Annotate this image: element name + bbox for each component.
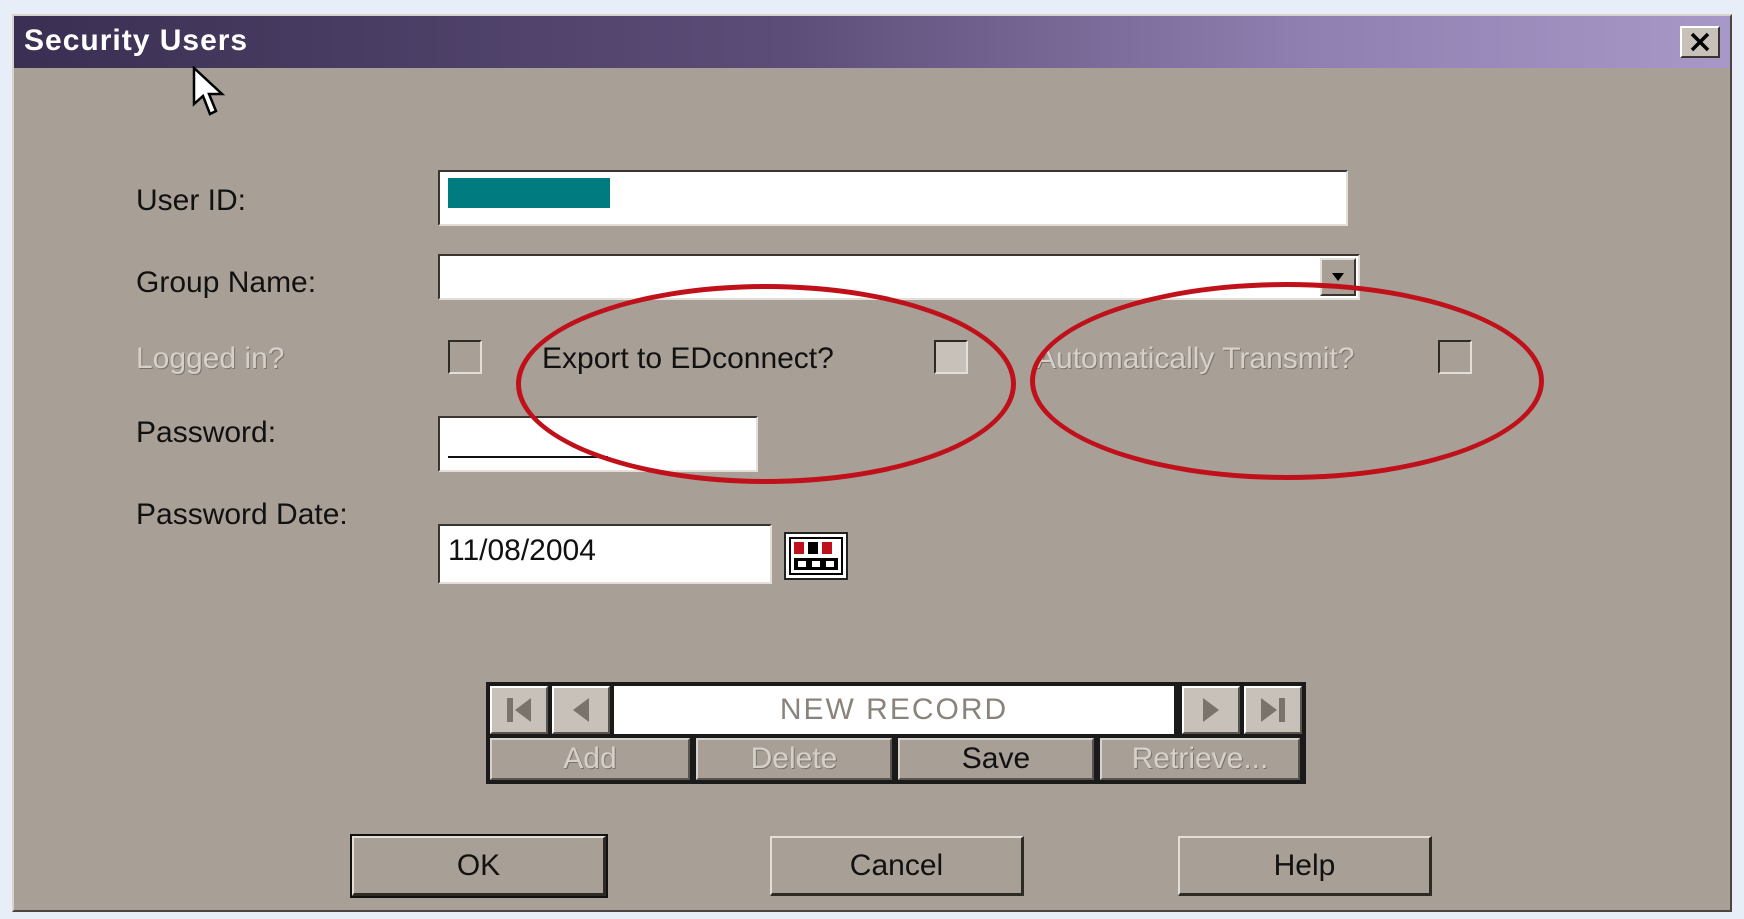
record-status: NEW RECORD — [614, 686, 1174, 734]
chevron-down-icon — [1332, 273, 1344, 281]
password-date-input[interactable]: 11/08/2004 — [438, 524, 772, 584]
retrieve-button[interactable]: Retrieve... — [1100, 738, 1300, 780]
password-date-label: Password Date: — [136, 498, 348, 531]
annotation-ellipse-transmit — [1030, 282, 1544, 480]
cancel-button[interactable]: Cancel — [770, 836, 1024, 896]
add-button[interactable]: Add — [490, 738, 690, 780]
user-id-input[interactable] — [438, 170, 1348, 226]
mouse-cursor-icon — [192, 66, 226, 116]
close-icon — [1690, 32, 1710, 52]
save-button[interactable]: Save — [898, 738, 1094, 780]
close-button[interactable] — [1680, 26, 1720, 58]
group-name-label: Group Name: — [136, 266, 317, 299]
security-users-dialog: Security Users User ID: Group Name: Logg… — [12, 14, 1732, 912]
group-name-dropdown-button[interactable] — [1320, 258, 1356, 296]
title-bar[interactable]: Security Users — [14, 16, 1730, 68]
previous-record-icon — [573, 698, 589, 722]
window-title: Security Users — [24, 24, 249, 57]
auto-transmit-label: Automatically Transmit? — [1036, 342, 1355, 375]
record-navigator: NEW RECORD Add Delete Save Retrieve... — [486, 682, 1306, 784]
export-edconnect-checkbox[interactable] — [934, 340, 968, 374]
export-edconnect-label: Export to EDconnect? — [542, 342, 834, 375]
logged-in-checkbox[interactable] — [448, 340, 482, 374]
auto-transmit-checkbox[interactable] — [1438, 340, 1472, 374]
password-input[interactable] — [438, 416, 758, 472]
help-button[interactable]: Help — [1178, 836, 1432, 896]
last-record-icon — [1261, 698, 1285, 722]
last-record-button[interactable] — [1244, 686, 1302, 734]
text-selection-highlight — [448, 178, 610, 208]
password-date-value: 11/08/2004 — [448, 534, 596, 567]
password-caret-line — [448, 456, 608, 458]
delete-button[interactable]: Delete — [696, 738, 892, 780]
ok-button[interactable]: OK — [350, 834, 608, 898]
logged-in-label: Logged in? — [136, 342, 285, 375]
first-record-icon — [507, 698, 531, 722]
previous-record-button[interactable] — [552, 686, 610, 734]
user-id-label: User ID: — [136, 184, 247, 217]
calendar-button[interactable] — [784, 532, 848, 580]
first-record-button[interactable] — [490, 686, 548, 734]
next-record-icon — [1203, 698, 1219, 722]
next-record-button[interactable] — [1182, 686, 1240, 734]
calendar-icon — [789, 537, 843, 575]
group-name-select[interactable] — [438, 254, 1360, 300]
password-label: Password: — [136, 416, 277, 449]
